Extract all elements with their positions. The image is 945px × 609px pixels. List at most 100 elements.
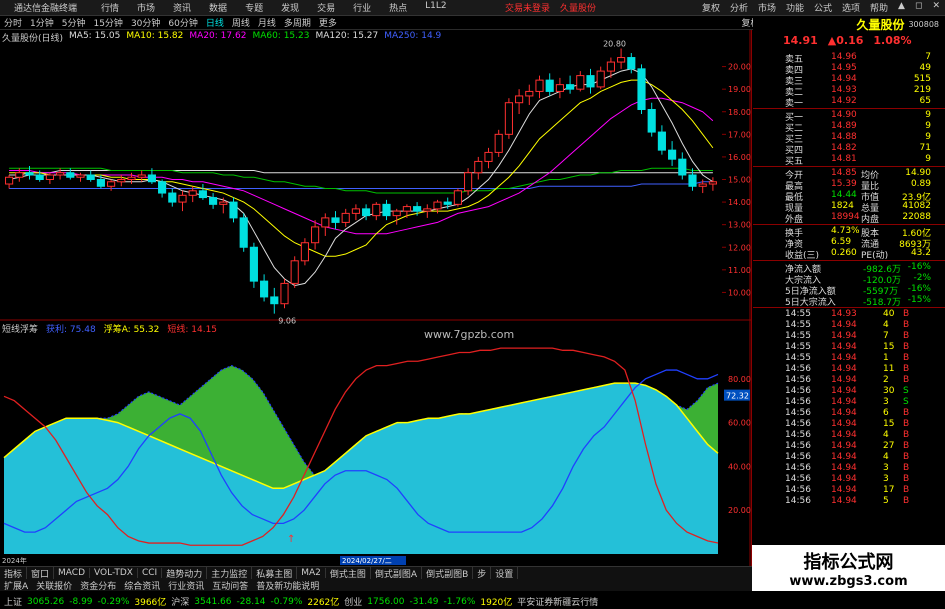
tick-time: 14:56 [785, 441, 811, 451]
indicator-tab-9[interactable]: 倒式主图 [326, 566, 371, 580]
chart-area[interactable]: 20.00 19.00 18.00 17.00 16.00 15.00 14.00 13.00… [0, 30, 752, 566]
extension-tab-6[interactable]: 普及新功能说明 [252, 579, 323, 592]
tick-volume: 3 [883, 463, 889, 473]
flow-row: 净流入额 -982.6万 -16% [753, 262, 945, 275]
indicator-tab-3[interactable]: VOL-TDX [90, 568, 138, 578]
center-link-1[interactable]: 久量股份 [560, 4, 596, 14]
status-item-15: 平安证券新疆云行情 [517, 598, 599, 608]
menu-item-3[interactable]: 数据 [200, 1, 236, 14]
extension-tab-0[interactable]: 扩展A [0, 579, 32, 592]
menu-item-4[interactable]: 专题 [236, 1, 272, 14]
period-tab-5[interactable]: 60分钟 [164, 16, 201, 29]
menu-item-9[interactable]: L1L2 [416, 1, 455, 14]
tick-volume: 40 [883, 309, 895, 319]
candle-body [15, 172, 24, 178]
tick-volume: 2 [883, 375, 889, 385]
menu-item-8[interactable]: 热点 [380, 1, 416, 14]
ma-legend-5: MA120: 15.27 [315, 31, 379, 41]
window-item-2[interactable]: 市场 [753, 1, 781, 14]
period-tab-0[interactable]: 分时 [0, 16, 26, 29]
window-item-5[interactable]: 选项 [837, 1, 865, 14]
tick-volume: 17 [883, 485, 895, 495]
period-tab-10[interactable]: 更多 [315, 16, 341, 29]
candle-body [525, 90, 534, 97]
tick-price: 14.94 [831, 320, 857, 330]
stat2-row: 净资 6.59 流通 8693万 [753, 237, 945, 250]
candle-body [464, 172, 473, 192]
window-item-1[interactable]: 分析 [725, 1, 753, 14]
indicator-tab-4[interactable]: CCI [138, 568, 163, 578]
price-chart-svg[interactable]: 20.00 19.00 18.00 17.00 16.00 15.00 14.00 13.00… [0, 30, 752, 566]
period-tab-9[interactable]: 多周期 [280, 16, 315, 29]
menu-item-6[interactable]: 交易 [308, 1, 344, 14]
ask-row: 卖一 14.92 65 [753, 96, 945, 109]
window-item-8[interactable]: ◻ [910, 1, 927, 14]
cyan-area [4, 383, 718, 554]
window-item-7[interactable]: ▲ [893, 1, 910, 14]
stock-code: 300808 [908, 19, 939, 29]
ask-price: 14.93 [831, 85, 857, 95]
extension-tab-4[interactable]: 行业资讯 [164, 579, 208, 592]
indicator-tab-12[interactable]: 步 [473, 566, 492, 580]
tick-side: B [903, 331, 910, 341]
bid-volume: 9 [925, 154, 931, 164]
window-item-0[interactable]: 复权 [697, 1, 725, 14]
bid-price: 14.90 [831, 110, 857, 120]
extension-tab-3[interactable]: 综合资讯 [120, 579, 164, 592]
menu-item-2[interactable]: 资讯 [164, 1, 200, 14]
window-item-9[interactable]: ✕ [927, 1, 945, 14]
tick-row: 14:56 14.94 11 B [753, 364, 945, 375]
menu-item-7[interactable]: 行业 [344, 1, 380, 14]
ma10-line [9, 79, 714, 257]
period-tab-3[interactable]: 15分钟 [89, 16, 126, 29]
indicator-tab-2[interactable]: MACD [54, 568, 91, 578]
flow-row: 5日净流入额 -5597万 -16% [753, 284, 945, 297]
period-tab-7[interactable]: 周线 [228, 16, 254, 29]
candle-body [382, 203, 391, 217]
window-item-4[interactable]: 公式 [809, 1, 837, 14]
period-tab-1[interactable]: 1分钟 [26, 16, 58, 29]
extension-tab-5[interactable]: 互动问答 [208, 579, 252, 592]
candle-body [515, 95, 524, 104]
candle-body [637, 68, 646, 110]
indicator-tab-11[interactable]: 倒式副图B [422, 566, 474, 580]
period-tab-8[interactable]: 月线 [254, 16, 280, 29]
ma-legend-6: MA250: 14.9 [384, 31, 442, 41]
period-tab-4[interactable]: 30分钟 [127, 16, 164, 29]
tick-row: 14:56 14.94 6 B [753, 408, 945, 419]
date-label: 2024/02/27/二 [342, 557, 392, 565]
tick-volume: 15 [883, 419, 895, 429]
indicator-tab-10[interactable]: 倒式副图A [371, 566, 423, 580]
period-tab-2[interactable]: 5分钟 [58, 16, 90, 29]
tick-row: 14:56 14.94 3 B [753, 463, 945, 474]
candle-body [504, 102, 513, 135]
window-item-6[interactable]: 帮助 [865, 1, 893, 14]
extension-tab-1[interactable]: 关联报价 [32, 579, 76, 592]
y-tick-label: 12.00 [728, 243, 751, 252]
indicator-tab-13[interactable]: 设置 [491, 566, 519, 580]
menu-item-1[interactable]: 市场 [128, 1, 164, 14]
period-tab-6[interactable]: 日线 [202, 16, 228, 29]
tick-time: 14:56 [785, 463, 811, 473]
tick-row: 14:55 14.94 15 B [753, 342, 945, 353]
candle-body [290, 260, 299, 284]
tick-price: 14.94 [831, 386, 857, 396]
candle-body [188, 190, 197, 196]
price-change: ▲0.16 [827, 34, 864, 47]
tick-time: 14:55 [785, 342, 811, 352]
indicator-tab-8[interactable]: MA2 [297, 568, 326, 578]
tick-side: B [903, 320, 910, 330]
center-link-0[interactable]: 交易未登录 [505, 4, 550, 14]
extension-tab-2[interactable]: 资金分布 [76, 579, 120, 592]
tick-side: B [903, 441, 910, 451]
tick-side: B [903, 474, 910, 484]
tick-row: 14:56 14.94 15 B [753, 419, 945, 430]
divider [753, 108, 945, 109]
candle-body [341, 212, 350, 223]
candle-body [423, 208, 432, 212]
tick-side: B [903, 364, 910, 374]
center-links[interactable]: 交易未登录 久量股份 [505, 1, 606, 14]
window-item-3[interactable]: 功能 [781, 1, 809, 14]
menu-item-0[interactable]: 行情 [92, 1, 128, 14]
menu-item-5[interactable]: 发现 [272, 1, 308, 14]
